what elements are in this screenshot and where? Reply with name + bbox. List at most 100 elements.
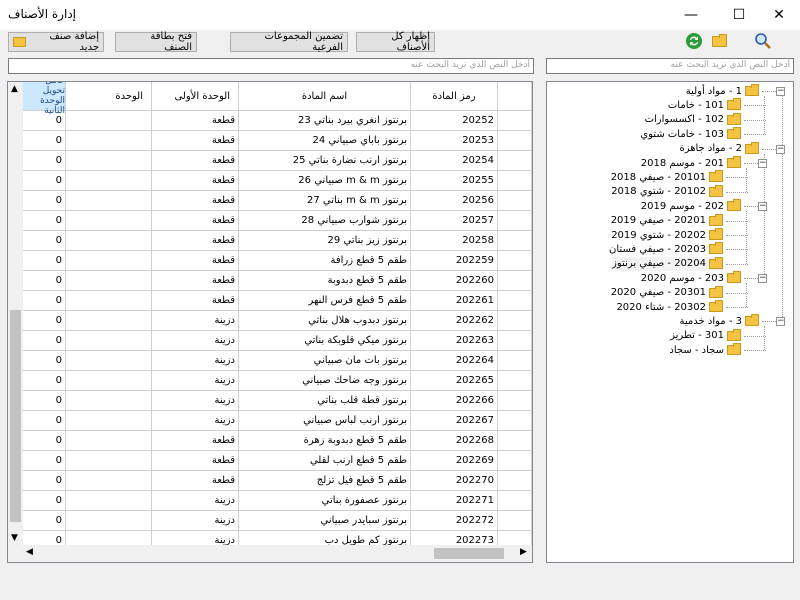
grid-search-input[interactable]: أدخل النص الذي تريد البحث عنه bbox=[8, 58, 534, 74]
tree-node-label: 20301 - صيفي 2020 bbox=[610, 287, 706, 299]
tree-node[interactable]: 20202 - شتوي 2019 bbox=[611, 228, 723, 242]
collapse-icon[interactable]: − bbox=[776, 144, 785, 154]
tree-node[interactable]: 20102 - شتوي 2018 bbox=[611, 184, 723, 199]
search-button[interactable] bbox=[753, 31, 773, 51]
cell-name: برنتوز شوارب صبياني 28 bbox=[239, 211, 411, 231]
scroll-left-arrow-icon[interactable]: ◀ bbox=[26, 547, 33, 557]
table-row[interactable]: 0 قطعة طقم 5 قطع دبدوبة زهرة 202268 bbox=[23, 431, 532, 451]
table-row[interactable]: 0 دزينة برنتوز ميكي قلوبكة بناتي 202263 bbox=[23, 331, 532, 351]
tree-node[interactable]: 201 - موسم 2018 bbox=[641, 156, 741, 170]
grid-horizontal-scrollbar[interactable]: ◀ ▶ bbox=[8, 545, 532, 562]
cell-name: برنتوز باباي صبياني 24 bbox=[239, 131, 411, 151]
folder-button[interactable] bbox=[709, 31, 729, 51]
show-all-button[interactable]: إظهار كل الأصناف bbox=[356, 31, 435, 53]
tree-node[interactable]: 20203 - صيفي فستان bbox=[609, 242, 723, 256]
cell-code: 202272 bbox=[411, 511, 498, 531]
cell-name: طقم 5 قطع دبدوبة bbox=[239, 271, 411, 291]
table-row[interactable]: 0 قطعة برنتوز m & m صبياني 26 20255 bbox=[23, 171, 532, 191]
table-row[interactable]: 0 قطعة برنتوز زيز بناتي 29 20258 bbox=[23, 231, 532, 251]
header-name[interactable]: اسم المادة bbox=[239, 82, 411, 111]
folder-icon bbox=[727, 343, 741, 356]
scroll-down-arrow-icon[interactable]: ▼ bbox=[11, 533, 18, 543]
collapse-icon[interactable]: − bbox=[776, 317, 785, 327]
table-row[interactable]: 0 قطعة طقم 5 قطع دبدوبة 202260 bbox=[23, 271, 532, 291]
tree-node[interactable]: 20301 - صيفي 2020 bbox=[610, 285, 723, 300]
header-unit1[interactable]: الوحدة الأولى bbox=[152, 82, 239, 111]
tree-node[interactable]: 301 - تطريز bbox=[670, 328, 741, 343]
grid-vertical-scrollbar[interactable]: ▲ ▼ bbox=[8, 82, 23, 545]
table-row[interactable]: 0 قطعة طقم 5 قطع ارنب لقلي 202269 bbox=[23, 451, 532, 471]
cell-spacer bbox=[498, 111, 532, 131]
table-row[interactable]: 0 دزينة برنتوز بات مان صبياني 202264 bbox=[23, 351, 532, 371]
cell-factor: 0 bbox=[23, 271, 66, 291]
table-row[interactable]: 0 قطعة طقم 5 قطع زرافة 202259 bbox=[23, 251, 532, 271]
scroll-right-arrow-icon[interactable]: ▶ bbox=[520, 547, 527, 557]
grid-vertical-scroll-thumb[interactable] bbox=[10, 310, 21, 522]
include-subgroups-button[interactable]: تضمين المجموعات الفرعية bbox=[230, 31, 348, 53]
folder-icon bbox=[745, 84, 759, 96]
table-row[interactable]: 0 قطعة طقم 5 قطع فيل تزلج 202270 bbox=[23, 471, 532, 491]
refresh-icon bbox=[686, 33, 702, 49]
grid-horizontal-scroll-thumb[interactable] bbox=[434, 548, 504, 559]
tree-search-input[interactable]: أدخل النص الذي تريد البحث عنه bbox=[546, 58, 794, 74]
table-row[interactable]: 0 قطعة برنتوز m & m بناتي 27 20256 bbox=[23, 191, 532, 211]
add-item-label: إضافة صنف جديد bbox=[49, 31, 100, 53]
maximize-button[interactable]: ☐ bbox=[717, 0, 761, 30]
cell-factor: 0 bbox=[23, 291, 66, 311]
items-grid[interactable]: ▲ ▼ عامل تحويل الوحدة الثانية الوحدة الو… bbox=[7, 81, 533, 563]
tree-connector bbox=[726, 191, 748, 193]
collapse-icon[interactable]: − bbox=[776, 87, 785, 96]
tree-connector bbox=[726, 307, 748, 308]
cell-spacer bbox=[498, 271, 532, 291]
table-row[interactable]: 0 دزينة برنتوز دبدوب هلال بناتي 202262 bbox=[23, 311, 532, 331]
tree-node[interactable]: 1 - مواد أولية bbox=[686, 84, 759, 98]
open-card-button[interactable]: فتح بطاقة الصنف bbox=[115, 31, 197, 53]
category-tree[interactable]: 1 - مواد أولية − 101 - خامات 102 - اكسسوارا… bbox=[546, 81, 794, 563]
close-button[interactable]: ✕ bbox=[757, 0, 800, 30]
cell-factor: 0 bbox=[23, 251, 66, 271]
collapse-icon[interactable]: − bbox=[758, 202, 767, 212]
table-row[interactable]: 0 قطعة برنتوز شوارب صبياني 28 20257 bbox=[23, 211, 532, 231]
tree-node[interactable]: 3 - مواد خدمية bbox=[680, 314, 759, 328]
tree-node[interactable]: سجاد - سجاد bbox=[669, 343, 741, 357]
tree-node[interactable]: 20201 - صيفي 2019 bbox=[611, 213, 723, 228]
tree-connector bbox=[744, 278, 758, 280]
table-row[interactable]: 0 دزينة برنتوز عصفورة بناتي 202271 bbox=[23, 491, 532, 511]
folder-icon bbox=[709, 170, 723, 183]
header-unit[interactable]: الوحدة bbox=[66, 82, 152, 111]
tree-node[interactable]: 20302 - شتاء 2020 bbox=[616, 300, 723, 314]
table-row[interactable]: 0 قطعة برنتوز باباي صبياني 24 20253 bbox=[23, 131, 532, 151]
tree-node[interactable]: 101 - خامات bbox=[668, 98, 741, 112]
collapse-icon[interactable]: − bbox=[758, 159, 767, 168]
table-row[interactable]: 0 قطعة برنتوز ارنب نضارة بناتي 25 20254 bbox=[23, 151, 532, 171]
minimize-button[interactable]: — bbox=[669, 0, 713, 30]
tree-node[interactable]: 203 - موسم 2020 bbox=[641, 271, 741, 285]
cell-code: 202260 bbox=[411, 271, 498, 291]
tree-node[interactable]: 20101 - صيفي 2018 bbox=[611, 170, 723, 184]
cell-unit1: قطعة bbox=[152, 451, 239, 471]
cell-code: 202259 bbox=[411, 251, 498, 271]
cell-unit1: قطعة bbox=[152, 191, 239, 211]
table-row[interactable]: 0 قطعة برنتوز انغري بيرد بناتي 23 20252 bbox=[23, 111, 532, 131]
tree-node[interactable]: 20204 - صيفي برنتوز bbox=[612, 256, 723, 271]
header-factor[interactable]: عامل تحويل الوحدة الثانية bbox=[23, 82, 66, 116]
table-row[interactable]: 0 دزينة برنتوز سبايدر صبياني 202272 bbox=[23, 511, 532, 531]
table-row[interactable]: 0 دزينة برنتوز ارنب لباس صبياني 202267 bbox=[23, 411, 532, 431]
cell-name: برنتوز زيز بناتي 29 bbox=[239, 231, 411, 251]
cell-unit1: دزينة bbox=[152, 491, 239, 511]
cell-spacer bbox=[498, 331, 532, 351]
tree-node[interactable]: 2 - مواد جاهزة bbox=[679, 141, 759, 156]
scroll-up-arrow-icon[interactable]: ▲ bbox=[11, 84, 18, 94]
refresh-button[interactable] bbox=[684, 31, 704, 51]
header-spacer bbox=[498, 82, 532, 111]
tree-node[interactable]: 102 - اكسسوارات bbox=[645, 112, 741, 127]
collapse-icon[interactable]: − bbox=[758, 274, 767, 284]
table-row[interactable]: 0 قطعة طقم 5 قطع فرس النهر 202261 bbox=[23, 291, 532, 311]
folder-icon bbox=[727, 328, 741, 341]
header-code[interactable]: رمز المادة bbox=[411, 82, 498, 111]
tree-node[interactable]: 202 - موسم 2019 bbox=[641, 199, 741, 213]
table-row[interactable]: 0 دزينة برنتوز قطة قلب بناتي 202266 bbox=[23, 391, 532, 411]
tree-node[interactable]: 103 - خامات شتوي bbox=[640, 127, 741, 141]
table-row[interactable]: 0 دزينة برنتوز وجه ضاحك صبياني 202265 bbox=[23, 371, 532, 391]
add-item-button[interactable]: إضافة صنف جديد bbox=[8, 31, 104, 53]
